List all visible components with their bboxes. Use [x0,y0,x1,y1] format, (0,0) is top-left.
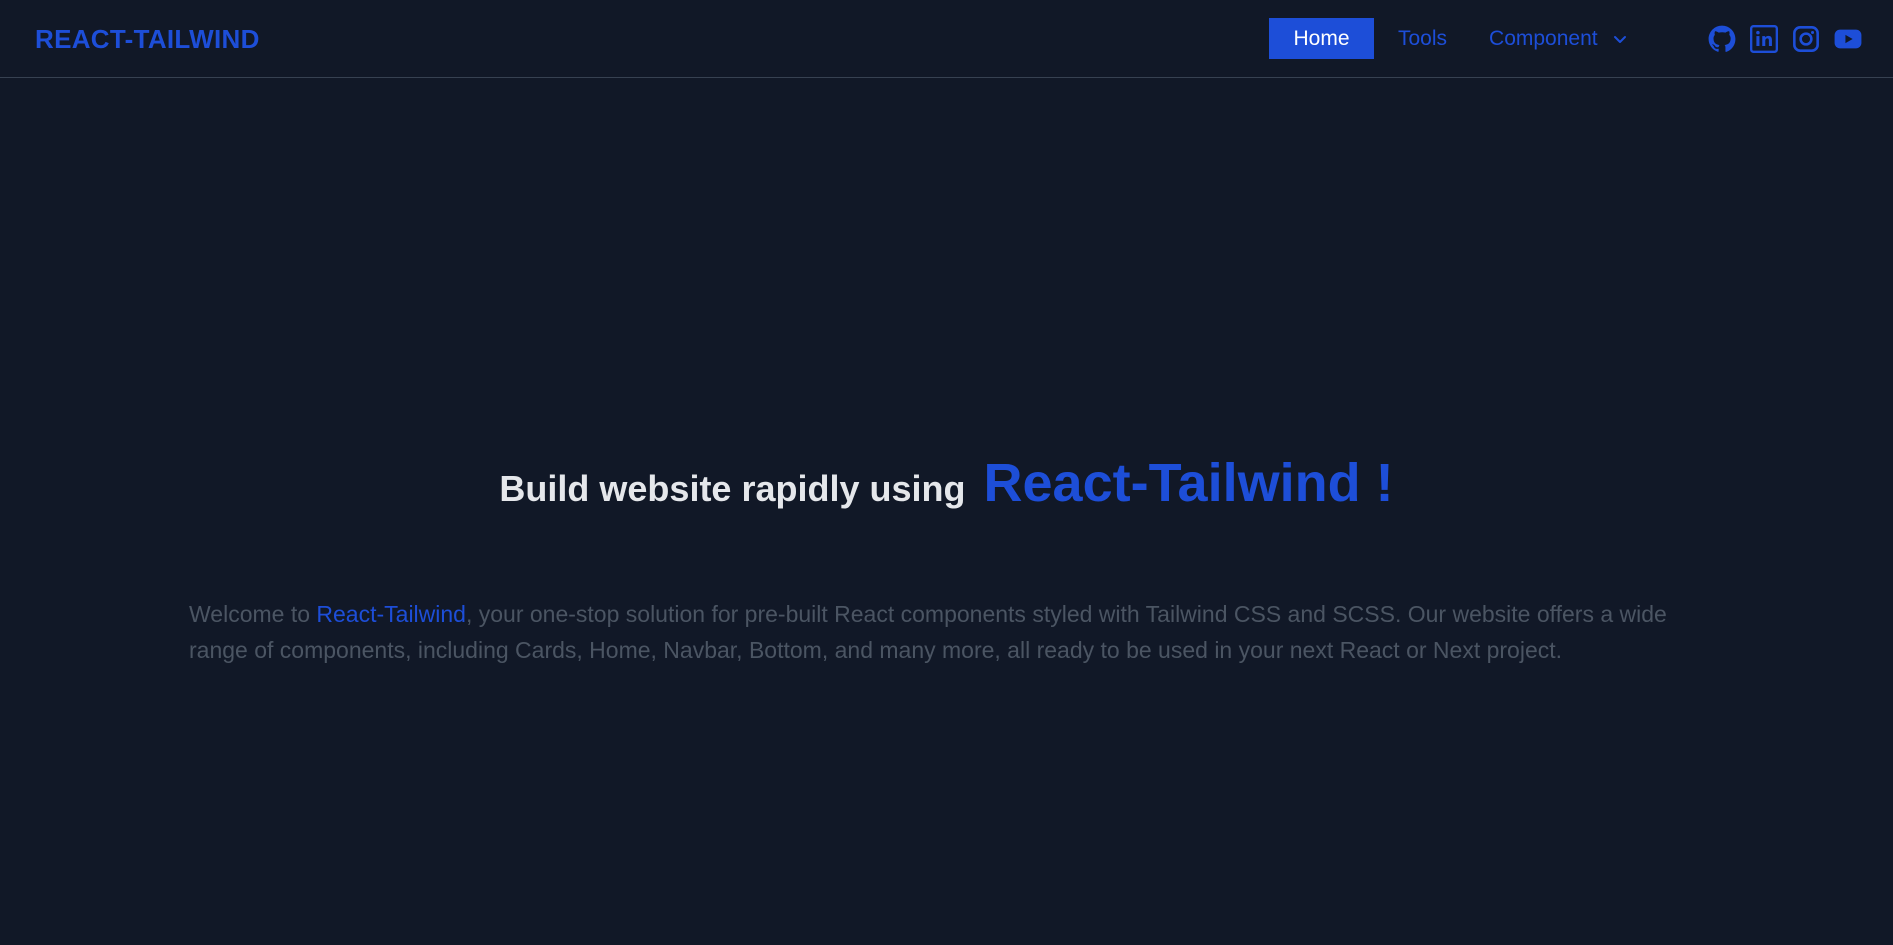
hero-title-accent: React-Tailwind ! [983,453,1394,514]
nav-tools-label: Tools [1398,26,1448,50]
navbar: REACT-TAILWIND Home Tools Component [0,0,1893,78]
nav-component-label: Component [1489,26,1598,50]
intro-prefix: Welcome to [189,601,317,627]
hero-title: Build website rapidly using React-Tailwi… [0,452,1893,514]
chevron-down-icon [1613,35,1626,43]
nav-links: Home Tools Component [1269,18,1628,59]
nav-home-label: Home [1293,26,1350,50]
nav-tools[interactable]: Tools [1398,18,1447,59]
github-icon[interactable] [1708,25,1736,53]
hero-title-prefix: Build website rapidly using [499,468,966,510]
intro-react-tailwind-link[interactable]: React-Tailwind [316,601,466,627]
nav-home[interactable]: Home [1269,18,1374,59]
youtube-icon[interactable] [1834,25,1862,53]
page: REACT-TAILWIND Home Tools Component Buil… [0,0,1893,945]
instagram-icon[interactable] [1792,25,1820,53]
linkedin-icon[interactable] [1750,25,1778,53]
social-links [1708,25,1862,53]
intro-paragraph: Welcome to React-Tailwind, your one-stop… [189,596,1729,668]
brand-logo[interactable]: REACT-TAILWIND [35,24,260,55]
nav-component-dropdown[interactable]: Component [1489,18,1628,59]
